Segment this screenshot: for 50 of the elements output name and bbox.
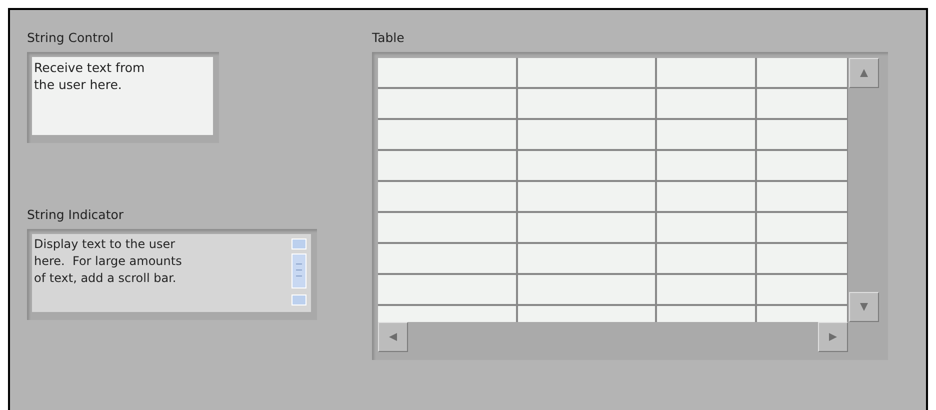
arrow-right-icon	[828, 332, 838, 342]
scroll-left-button[interactable]	[378, 322, 408, 352]
arrow-left-icon	[388, 332, 398, 342]
input-text: Receive text from	[34, 59, 146, 76]
table-cell[interactable]	[518, 275, 655, 304]
control-label: String Control	[27, 30, 114, 46]
table-cell[interactable]	[657, 151, 755, 180]
table-cell[interactable]	[757, 89, 847, 118]
scroll-up-button[interactable]	[849, 58, 879, 88]
table-cell[interactable]	[378, 244, 516, 273]
scrollbar-icon	[290, 238, 308, 308]
table-cell[interactable]	[657, 89, 755, 118]
table-cell[interactable]	[378, 275, 516, 304]
display-text: of text, add a scroll bar.	[34, 270, 178, 287]
table-cell[interactable]	[518, 89, 655, 118]
arrow-up-icon	[859, 68, 869, 78]
table-cell[interactable]	[378, 182, 516, 211]
table-cell[interactable]	[657, 275, 755, 304]
table-cell[interactable]	[757, 213, 847, 242]
display-text: Display text to the user	[34, 236, 176, 253]
table-cell[interactable]	[657, 58, 755, 87]
indicator-label: String Indicator	[27, 207, 125, 223]
scroll-right-button[interactable]	[818, 322, 848, 352]
table-cell[interactable]	[757, 182, 847, 211]
input-text: the user here.	[34, 76, 123, 93]
arrow-down-icon	[859, 302, 869, 312]
table-cell[interactable]	[757, 58, 847, 87]
table-cell[interactable]	[378, 120, 516, 149]
table-cell[interactable]	[757, 244, 847, 273]
table-cell[interactable]	[378, 89, 516, 118]
table-cell[interactable]	[378, 58, 516, 87]
table-cell[interactable]	[757, 151, 847, 180]
table-cell[interactable]	[518, 151, 655, 180]
table-cell[interactable]	[518, 244, 655, 273]
table-cell[interactable]	[657, 120, 755, 149]
table-cell[interactable]	[518, 213, 655, 242]
table-label: Table	[372, 30, 406, 46]
display-text: here. For large amounts	[34, 253, 183, 270]
scroll-down-button[interactable]	[849, 292, 879, 322]
table-cell[interactable]	[518, 182, 655, 211]
table-cell[interactable]	[757, 120, 847, 149]
table-cell[interactable]	[378, 151, 516, 180]
table-cell[interactable]	[657, 182, 755, 211]
table-cell[interactable]	[657, 213, 755, 242]
table-cell[interactable]	[757, 275, 847, 304]
table-cell[interactable]	[657, 244, 755, 273]
table-cell[interactable]	[378, 213, 516, 242]
table-cell[interactable]	[518, 120, 655, 149]
table-cell[interactable]	[518, 58, 655, 87]
string-control-field[interactable]: Receive text from the user here.	[27, 52, 219, 143]
